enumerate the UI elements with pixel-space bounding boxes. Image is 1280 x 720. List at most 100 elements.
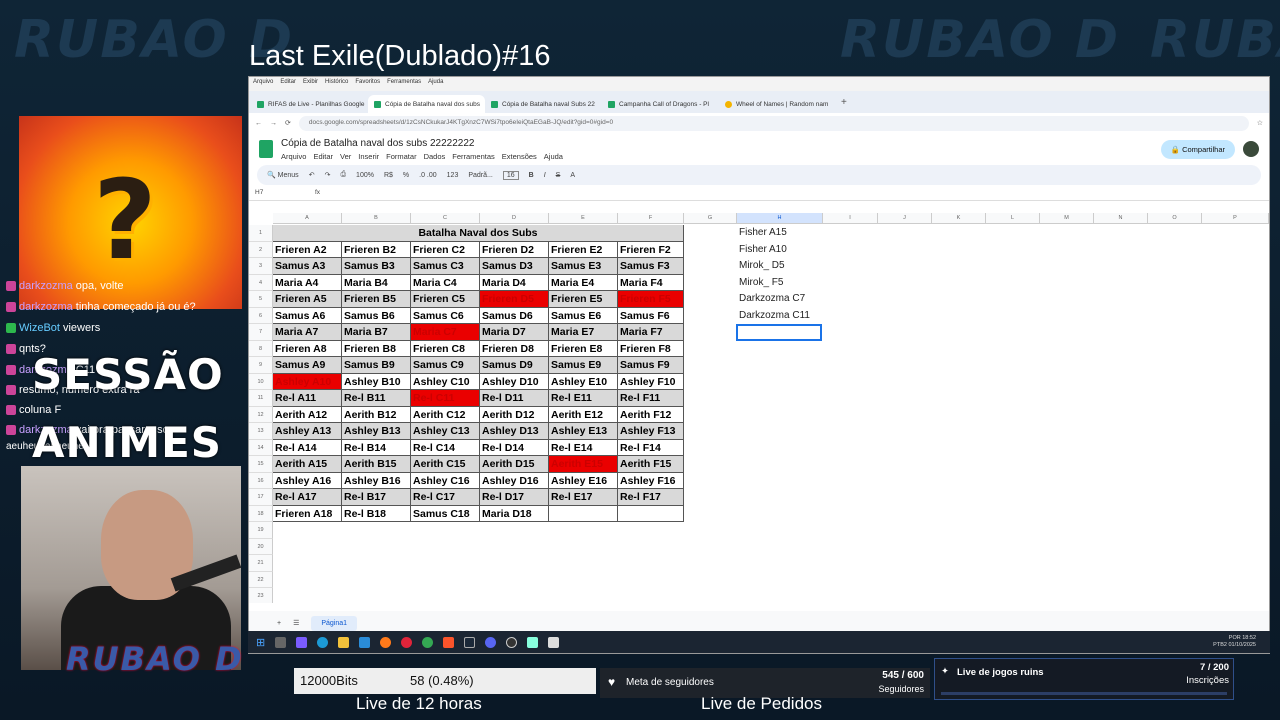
grid-cell[interactable]: Re-l D14 (480, 439, 549, 456)
row-header[interactable]: 7 (249, 324, 273, 341)
grid-cell[interactable]: Aerith D12 (480, 406, 549, 423)
menu-item[interactable]: Editar (280, 79, 296, 89)
grid-cell[interactable]: Maria C4 (411, 274, 480, 291)
grid-cell[interactable]: Re-l D17 (480, 489, 549, 506)
grid-cell[interactable]: Frieren C2 (411, 241, 480, 258)
shield-icon[interactable] (548, 636, 560, 648)
windows-start-icon[interactable]: ⊞ (256, 636, 265, 649)
row-header[interactable]: 23 (249, 588, 273, 603)
grid-cell[interactable]: Aerith C12 (411, 406, 480, 423)
grid-cell[interactable]: Frieren D5 (480, 291, 549, 308)
grid-cell[interactable]: Re-l A17 (273, 489, 342, 506)
grid-cell[interactable]: Samus F9 (618, 357, 684, 374)
grid-cell[interactable]: Frieren B5 (342, 291, 411, 308)
grid-cell[interactable]: Ashley A16 (273, 472, 342, 489)
opera-icon[interactable] (401, 636, 413, 648)
grid-cell[interactable]: Samus B9 (342, 357, 411, 374)
h-column-cell[interactable]: Fisher A10 (737, 242, 787, 259)
sheets-logo-icon[interactable] (259, 140, 273, 158)
grid-cell[interactable] (618, 505, 684, 522)
menu-item[interactable]: Dados (424, 152, 446, 161)
grid-cell[interactable]: Samus E3 (549, 258, 618, 275)
grid-cell[interactable]: Maria F7 (618, 324, 684, 341)
grid-cell[interactable]: Ashley E16 (549, 472, 618, 489)
column-header-o[interactable]: O (1148, 213, 1202, 224)
grid-cell[interactable] (549, 505, 618, 522)
grid-cell[interactable]: Re-l B11 (342, 390, 411, 407)
grid-cell[interactable]: Ashley D10 (480, 373, 549, 390)
column-header-c[interactable]: C (411, 213, 480, 224)
grid-cell[interactable]: Maria B7 (342, 324, 411, 341)
grid-cell[interactable]: Re-l B17 (342, 489, 411, 506)
new-tab-button[interactable]: + (836, 92, 852, 113)
row-header[interactable]: 20 (249, 538, 273, 555)
grid-cell[interactable]: Samus B6 (342, 307, 411, 324)
grid-cell[interactable]: Ashley A10 (273, 373, 342, 390)
grid-cell[interactable]: Re-l B14 (342, 439, 411, 456)
grid-cell[interactable]: Re-l E11 (549, 390, 618, 407)
h-column-cell[interactable]: Darkzozma C7 (737, 291, 805, 308)
grid-cell[interactable]: Ashley B10 (342, 373, 411, 390)
grid-cell[interactable]: Samus F6 (618, 307, 684, 324)
grid-cell[interactable]: Ashley B13 (342, 423, 411, 440)
text-color-button[interactable]: A (570, 172, 575, 179)
task-view-icon[interactable] (275, 636, 287, 648)
menu-item[interactable]: Editar (313, 152, 333, 161)
grid-cell[interactable]: Re-l A14 (273, 439, 342, 456)
row-header[interactable]: 1 (249, 225, 273, 242)
column-header-m[interactable]: M (1040, 213, 1094, 224)
grid-cell[interactable]: Samus A3 (273, 258, 342, 275)
row-header[interactable]: 17 (249, 489, 273, 506)
grid-cell[interactable]: Samus C6 (411, 307, 480, 324)
italic-button[interactable]: I (544, 172, 546, 179)
grid-cell[interactable]: Samus D9 (480, 357, 549, 374)
column-header-l[interactable]: L (986, 213, 1040, 224)
cell-reference[interactable]: H7 (255, 189, 315, 196)
grid-cell[interactable]: Maria D18 (480, 505, 549, 522)
row-header[interactable]: 19 (249, 522, 273, 539)
row-header[interactable]: 21 (249, 555, 273, 572)
grid-cell[interactable]: Ashley D16 (480, 472, 549, 489)
column-header-i[interactable]: I (823, 213, 878, 224)
grid-cell[interactable]: Maria A7 (273, 324, 342, 341)
grid-cell[interactable]: Aerith F12 (618, 406, 684, 423)
grid-cell[interactable]: Samus E9 (549, 357, 618, 374)
column-header-g[interactable]: G (684, 213, 737, 224)
reload-icon[interactable]: ⟳ (285, 119, 291, 127)
grid-cell[interactable]: Frieren F8 (618, 340, 684, 357)
grid-cell[interactable]: Samus C9 (411, 357, 480, 374)
grid-cell[interactable]: Ashley F13 (618, 423, 684, 440)
grid-cell[interactable]: Re-l B18 (342, 505, 411, 522)
grid-cell[interactable]: Aerith E12 (549, 406, 618, 423)
currency-button[interactable]: R$ (384, 172, 393, 179)
column-header-j[interactable]: J (878, 213, 932, 224)
column-header-e[interactable]: E (549, 213, 618, 224)
menu-item[interactable]: Ver (340, 152, 351, 161)
grid-cell[interactable]: Re-l D11 (480, 390, 549, 407)
percent-button[interactable]: % (403, 172, 409, 179)
grid-cell[interactable]: Samus D3 (480, 258, 549, 275)
grid-cell[interactable]: Frieren E2 (549, 241, 618, 258)
bold-button[interactable]: B (529, 172, 534, 179)
grid-cell[interactable]: Frieren D8 (480, 340, 549, 357)
grid-cell[interactable]: Frieren B2 (342, 241, 411, 258)
print-icon[interactable]: ⎙ (340, 171, 346, 179)
copilot-icon[interactable] (296, 636, 308, 648)
row-header[interactable]: 9 (249, 357, 273, 374)
grid-cell[interactable]: Frieren F5 (618, 291, 684, 308)
grid-cell[interactable]: Re-l E14 (549, 439, 618, 456)
grid-cell[interactable]: Aerith A12 (273, 406, 342, 423)
grid-cell[interactable]: Ashley B16 (342, 472, 411, 489)
grid-cell[interactable]: Frieren E8 (549, 340, 618, 357)
row-header[interactable]: 14 (249, 439, 273, 456)
grid-cell[interactable]: Maria B4 (342, 274, 411, 291)
grid-cell[interactable]: Maria E4 (549, 274, 618, 291)
grid-cell[interactable]: Ashley C16 (411, 472, 480, 489)
h-column-cell[interactable]: Fisher A15 (737, 225, 787, 242)
tab-campanha[interactable]: Campanha Call of Dragons - Pl (602, 95, 719, 113)
row-header[interactable]: 22 (249, 571, 273, 588)
font-size-input[interactable]: 16 (502, 170, 519, 180)
menu-item[interactable]: Arquivo (281, 152, 306, 161)
document-title[interactable]: Cópia de Batalha naval dos subs 22222222 (281, 138, 563, 149)
grid-cell[interactable]: Re-l F17 (618, 489, 684, 506)
